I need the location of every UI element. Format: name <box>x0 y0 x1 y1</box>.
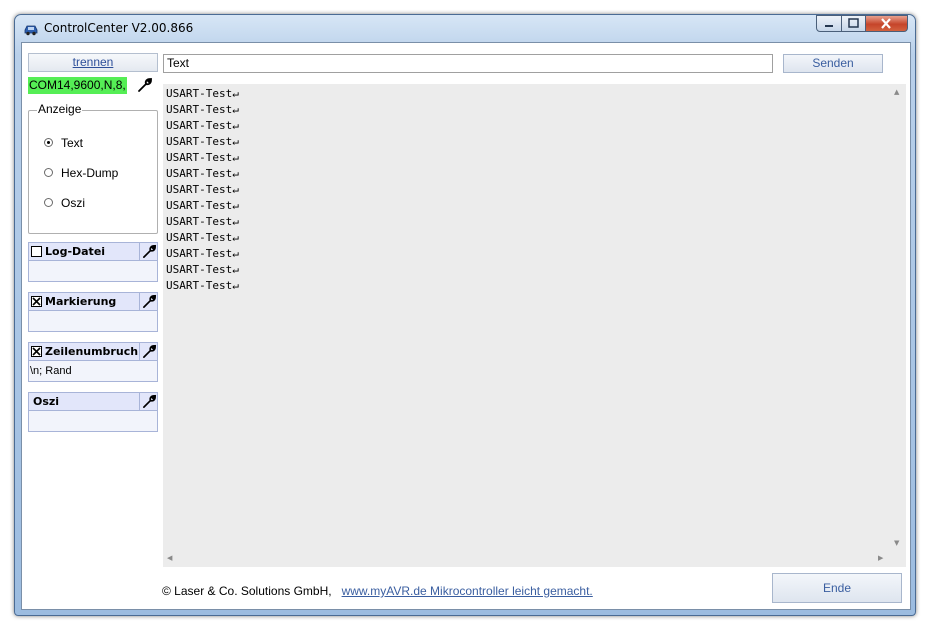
radio-unselected-icon <box>44 198 53 207</box>
panel-body: \n; Rand <box>28 361 158 382</box>
terminal-line: USART-Test↵ <box>166 87 239 100</box>
panel-line-wrap: Zeilenumbruch \n; Rand <box>28 342 158 382</box>
display-mode-label: Anzeige <box>37 102 83 116</box>
wrench-icon[interactable] <box>139 393 158 411</box>
panel-header: Oszi <box>28 392 158 411</box>
exit-button[interactable]: Ende <box>772 573 902 603</box>
panel-title: Log-Datei <box>45 245 106 258</box>
vertical-scrollbar[interactable]: ▲ ▼ <box>890 84 906 551</box>
panel-title: Zeilenumbruch <box>45 345 139 358</box>
disconnect-button[interactable]: trennen <box>28 53 158 72</box>
disconnect-label: trennen <box>72 55 114 69</box>
maximize-button[interactable] <box>841 15 866 32</box>
terminal-line: USART-Test↵ <box>166 151 239 164</box>
radio-oszi-label: Oszi <box>61 196 85 210</box>
terminal-lines: USART-Test↵ USART-Test↵ USART-Test↵ USART-T… <box>166 86 239 294</box>
scrollbar-corner <box>890 551 906 567</box>
close-button[interactable] <box>865 15 908 32</box>
minimize-icon <box>825 25 833 27</box>
client-area: trennen COM14,9600,N,8, Anzeige Text Hex… <box>21 42 911 610</box>
wrench-icon[interactable] <box>139 293 158 311</box>
terminal-line: USART-Test↵ <box>166 279 239 292</box>
wrench-icon[interactable] <box>137 77 153 93</box>
send-button[interactable]: Senden <box>783 54 883 73</box>
panel-log-file: Log-Datei <box>28 242 158 282</box>
panel-oscilloscope: Oszi <box>28 392 158 432</box>
close-icon <box>881 18 891 29</box>
panel-highlighting: Markierung <box>28 292 158 332</box>
scroll-down-icon[interactable]: ▼ <box>894 539 899 547</box>
checkmark-x-icon <box>32 347 41 356</box>
terminal-line: USART-Test↵ <box>166 119 239 132</box>
maximize-icon <box>848 18 859 28</box>
terminal-line: USART-Test↵ <box>166 231 239 244</box>
window-title: ControlCenter V2.00.866 <box>44 21 194 35</box>
terminal-output[interactable]: USART-Test↵ USART-Test↵ USART-Test↵ USART-T… <box>163 84 906 567</box>
terminal-line: USART-Test↵ <box>166 135 239 148</box>
minimize-button[interactable] <box>816 15 842 32</box>
wrench-icon[interactable] <box>139 243 158 261</box>
main-window: ControlCenter V2.00.866 trennen COM14,96… <box>14 14 916 616</box>
panel-header: Markierung <box>28 292 158 311</box>
wrench-icon[interactable] <box>139 343 158 361</box>
checkmark-x-icon <box>32 297 41 306</box>
panel-body <box>28 411 158 432</box>
terminal-line: USART-Test↵ <box>166 167 239 180</box>
radio-hex-dump-label: Hex-Dump <box>61 166 119 180</box>
port-status: COM14,9600,N,8, <box>28 77 127 94</box>
title-bar[interactable]: ControlCenter V2.00.866 <box>15 15 915 41</box>
panel-title: Oszi <box>33 395 60 408</box>
terminal-line: USART-Test↵ <box>166 215 239 228</box>
copyright-text: © Laser & Co. Solutions GmbH, <box>162 584 332 598</box>
car-icon <box>23 21 39 36</box>
send-text-input[interactable]: Text <box>163 54 773 73</box>
scroll-left-icon[interactable]: ◀ <box>167 554 172 562</box>
radio-selected-icon <box>44 138 53 147</box>
terminal-line: USART-Test↵ <box>166 263 239 276</box>
panel-body <box>28 311 158 332</box>
radio-unselected-icon <box>44 168 53 177</box>
radio-text-label: Text <box>61 136 84 150</box>
website-link[interactable]: www.myAVR.de Mikrocontroller leicht gema… <box>342 584 593 598</box>
scroll-right-icon[interactable]: ▶ <box>878 554 883 562</box>
line-wrap-checkbox[interactable] <box>31 346 42 357</box>
panel-body <box>28 261 158 282</box>
panel-header: Zeilenumbruch <box>28 342 158 361</box>
scroll-up-icon[interactable]: ▲ <box>894 88 899 96</box>
panel-title: Markierung <box>45 295 117 308</box>
log-file-checkbox[interactable] <box>31 246 42 257</box>
terminal-line: USART-Test↵ <box>166 103 239 116</box>
horizontal-scrollbar[interactable]: ◀ ▶ <box>163 551 890 567</box>
panel-header: Log-Datei <box>28 242 158 261</box>
footer: © Laser & Co. Solutions GmbH, www.myAVR.d… <box>162 584 593 598</box>
display-mode-group: Anzeige Text Hex-Dump Oszi <box>28 102 158 234</box>
terminal-line: USART-Test↵ <box>166 183 239 196</box>
terminal-line: USART-Test↵ <box>166 247 239 260</box>
highlighting-checkbox[interactable] <box>31 296 42 307</box>
terminal-line: USART-Test↵ <box>166 199 239 212</box>
